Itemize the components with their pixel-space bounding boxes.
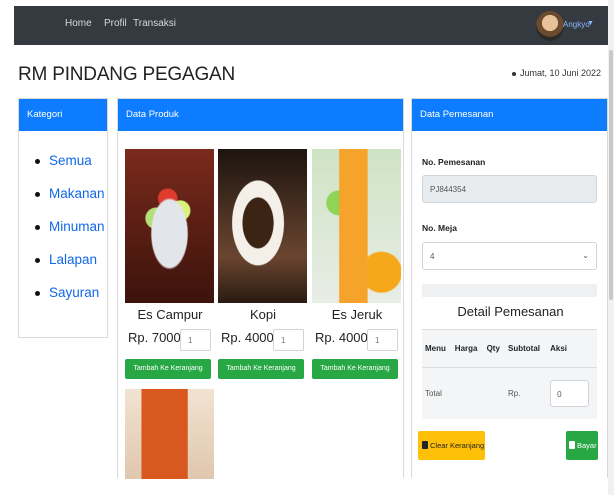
no-meja-select[interactable]: 4 ⌄	[422, 242, 597, 270]
no-pemesanan-label: No. Pemesanan	[422, 157, 486, 167]
clear-cart-label: Clear Keranjang	[430, 441, 485, 450]
pesanan-card: Data Pemesanan No. Pemesanan PJ844354 No…	[411, 98, 608, 478]
col-qty: Qty	[483, 329, 505, 368]
product-card: Es Jeruk Rp. 4000 1 Tambah Ke Keranjang	[312, 149, 402, 379]
product-name: Es Jeruk	[331, 307, 383, 322]
kategori-card: Kategori Semua Makanan Minuman Lalapan S…	[18, 98, 108, 338]
add-to-cart-button[interactable]: Tambah Ke Keranjang	[218, 359, 304, 379]
produk-card: Data Produk Es Campur Rp. 7000 1 Tambah …	[117, 98, 404, 479]
table-header-row: Menu Harga Qty Subtotal Aksi	[422, 329, 597, 368]
product-image-es-campur	[125, 149, 214, 303]
clear-cart-button[interactable]: Clear Keranjang	[418, 431, 485, 460]
product-price: Rp. 4000	[315, 330, 368, 345]
order-table: Menu Harga Qty Subtotal Aksi Total Rp. 0	[422, 329, 597, 419]
current-date: Jumat, 10 Juni 2022	[512, 68, 601, 78]
total-input[interactable]: 0	[550, 380, 590, 407]
product-name: Kopi	[249, 307, 277, 322]
page-title: RM PINDANG PEGAGAN	[18, 64, 236, 85]
table-total-row: Total Rp. 0	[422, 367, 597, 419]
detail-pemesanan-title: Detail Pemesanan	[457, 304, 564, 319]
product-card	[125, 389, 215, 479]
total-label: Total	[422, 367, 505, 419]
divider-strip	[422, 284, 597, 297]
produk-card-header: Data Produk	[118, 99, 403, 131]
total-currency: Rp.	[505, 367, 548, 419]
page-scrollbar[interactable]	[608, 0, 614, 495]
nav-profil-link[interactable]: Profil	[104, 18, 127, 29]
col-harga: Harga	[451, 329, 484, 368]
pay-label: Bayar	[577, 441, 597, 450]
top-navbar: Home Profil Transaksi Angkyo ▼	[14, 6, 608, 45]
user-avatar[interactable]	[536, 11, 564, 41]
no-meja-value: 4	[430, 252, 435, 261]
product-card: Kopi Rp. 4000 1 Tambah Ke Keranjang	[218, 149, 308, 379]
add-to-cart-button[interactable]: Tambah Ke Keranjang	[125, 359, 211, 379]
nav-transaksi-link[interactable]: Transaksi	[133, 18, 176, 29]
kategori-card-header: Kategori	[19, 99, 107, 131]
col-aksi: Aksi	[547, 329, 597, 368]
add-to-cart-button[interactable]: Tambah Ke Keranjang	[312, 359, 398, 379]
chevron-down-icon: ⌄	[582, 251, 589, 260]
col-menu: Menu	[422, 329, 452, 368]
quantity-input[interactable]: 1	[367, 329, 398, 351]
product-image-es-jeruk	[312, 149, 401, 303]
date-text: Jumat, 10 Juni 2022	[520, 68, 602, 78]
no-meja-label: No. Meja	[422, 223, 457, 233]
caret-down-icon[interactable]: ▼	[587, 20, 594, 27]
total-cell: 0	[547, 367, 597, 419]
kategori-item-semua[interactable]: Semua	[35, 153, 107, 186]
user-name[interactable]: Angkyo	[563, 20, 590, 29]
kategori-item-lalapan[interactable]: Lalapan	[35, 252, 107, 285]
product-card: Es Campur Rp. 7000 1 Tambah Ke Keranjang	[125, 149, 215, 379]
product-name: Es Campur	[137, 307, 203, 322]
nav-home-link[interactable]: Home	[65, 18, 92, 29]
no-pemesanan-field[interactable]: PJ844354	[422, 175, 597, 203]
quantity-input[interactable]: 1	[273, 329, 304, 351]
bullet-icon	[512, 71, 516, 76]
col-subtotal: Subtotal	[505, 329, 548, 368]
quantity-input[interactable]: 1	[180, 329, 211, 351]
kategori-item-sayuran[interactable]: Sayuran	[35, 285, 107, 318]
product-image-es-teh	[125, 389, 214, 479]
product-price: Rp. 4000	[221, 330, 274, 345]
trash-icon	[422, 441, 428, 449]
kategori-item-minuman[interactable]: Minuman	[35, 219, 107, 252]
product-price: Rp. 7000	[128, 330, 181, 345]
pesanan-card-header: Data Pemesanan	[412, 99, 607, 131]
kategori-item-makanan[interactable]: Makanan	[35, 186, 107, 219]
scrollbar-thumb[interactable]	[609, 50, 613, 300]
product-image-kopi	[218, 149, 307, 303]
save-icon	[569, 441, 575, 449]
kategori-list: Semua Makanan Minuman Lalapan Sayuran	[19, 131, 107, 318]
pay-button[interactable]: Bayar	[566, 431, 598, 460]
